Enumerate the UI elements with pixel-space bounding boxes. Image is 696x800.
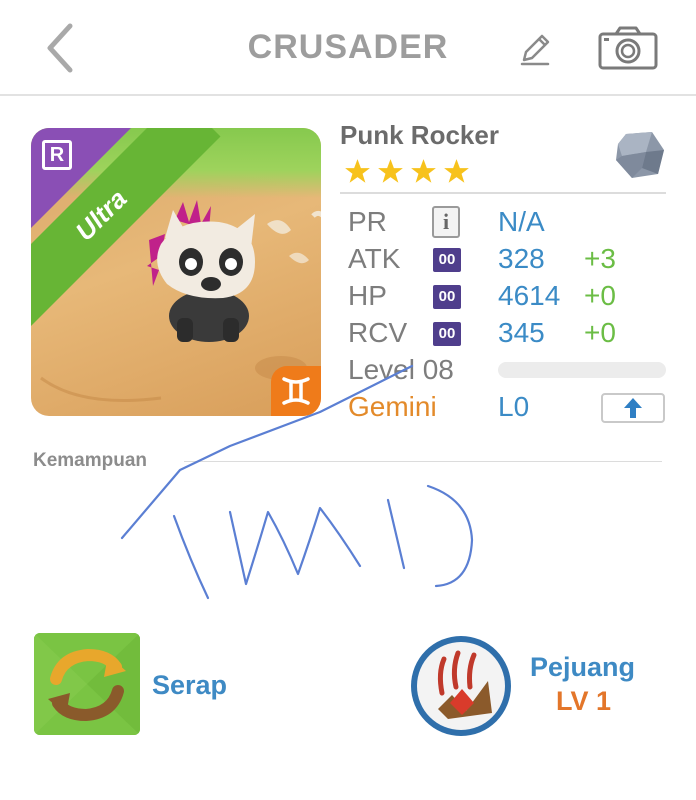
rarity-badge: R <box>42 140 72 170</box>
name-divider <box>340 192 666 194</box>
rcv-plus-badge: 00 <box>433 322 461 346</box>
header-bar: CRUSADER <box>0 0 696 96</box>
gemini-icon <box>282 377 310 405</box>
section-divider <box>184 461 662 462</box>
stat-value-pr: N/A <box>498 206 545 237</box>
star-icon <box>345 159 370 183</box>
star-icon <box>444 159 469 183</box>
stat-value-atk: 328 <box>498 243 545 274</box>
skill-name: Serap <box>152 670 228 700</box>
star-icon <box>411 159 436 183</box>
info-icon: i <box>442 209 450 234</box>
stat-label-atk: ATK <box>348 243 401 274</box>
exp-progress-bar <box>498 362 666 378</box>
level-label: Level 08 <box>348 354 454 385</box>
stat-bonus-atk: +3 <box>584 243 616 274</box>
camera-button[interactable] <box>598 26 658 70</box>
hp-plus-badge: 00 <box>433 285 461 309</box>
element-badge <box>271 366 321 416</box>
punk-rocker-creature <box>147 200 255 342</box>
page-title: CRUSADER <box>247 28 449 66</box>
stat-value-rcv: 345 <box>498 317 545 348</box>
zodiac-label: Gemini <box>348 391 437 422</box>
class-button[interactable] <box>408 633 514 739</box>
gray-gem-icon <box>616 132 664 178</box>
camera-icon <box>598 26 658 70</box>
class-level: LV 1 <box>556 686 612 716</box>
zodiac-level: L0 <box>498 391 530 422</box>
stat-bonus-rcv: +0 <box>584 317 616 348</box>
zodiac-upgrade-button[interactable] <box>601 393 665 423</box>
skill-button[interactable] <box>34 633 140 735</box>
stat-label-pr: PR <box>348 206 387 237</box>
edit-button[interactable] <box>516 30 554 68</box>
claw-icon <box>411 636 511 736</box>
star-icon <box>378 159 403 183</box>
stat-label-hp: HP <box>348 280 387 311</box>
star-rating <box>344 158 470 185</box>
class-name: Pejuang <box>530 652 636 682</box>
stat-bonus-hp: +0 <box>584 280 616 311</box>
arrow-up-icon <box>624 398 642 418</box>
pencil-icon <box>520 34 550 66</box>
stat-value-hp: 4614 <box>498 280 561 311</box>
swap-arrows-icon <box>34 633 140 735</box>
monster-portrait[interactable]: Ultra R <box>31 128 321 416</box>
stat-label-rcv: RCV <box>348 317 408 348</box>
monster-name: Punk Rocker <box>340 120 499 150</box>
abilities-section-title: Kemampuan <box>33 450 148 471</box>
info-button[interactable]: i <box>432 206 460 238</box>
atk-plus-badge: 00 <box>433 248 461 272</box>
